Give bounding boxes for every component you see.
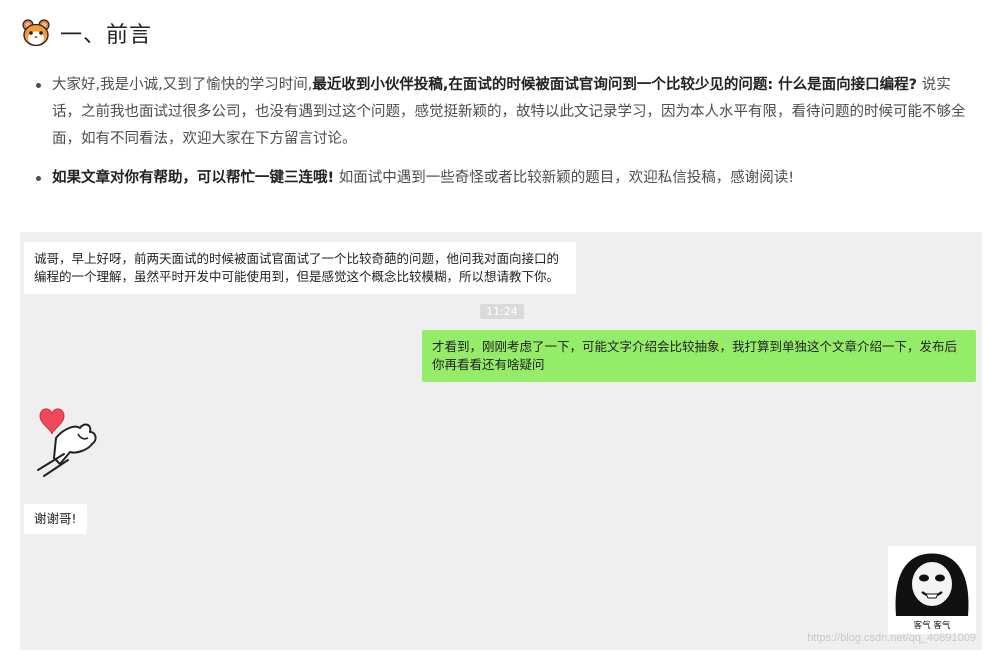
chat-message-incoming: 谢谢哥! <box>24 504 87 534</box>
list-item: 大家好,我是小诚,又到了愉快的学习时间,最近收到小伙伴投稿,在面试的时候被面试官… <box>34 72 974 153</box>
chat-message-outgoing: 才看到，刚刚考虑了一下，可能文字介绍会比较抽象，我打算到单独这个文章介绍一下，发… <box>422 330 976 382</box>
section-title: 一、前言 <box>60 23 153 48</box>
bullet-dot <box>36 176 41 181</box>
support-text-plain: 如面试中遇到一些奇怪或者比较新颖的题目，欢迎私信投稿，感谢阅读! <box>334 170 795 186</box>
section-heading: 一、前言 <box>22 16 152 50</box>
chat-timestamp: 11:24 <box>480 304 524 319</box>
hamster-emoji-icon <box>22 19 50 47</box>
chat-message-incoming: 诚哥，早上好呀，前两天面试的时候被面试官面试了一个比较奇葩的问题，他问我对面向接… <box>24 242 576 294</box>
chat-screenshot: 诚哥，早上好呀，前两天面试的时候被面试官面试了一个比较奇葩的问题，他问我对面向接… <box>20 232 982 650</box>
support-text-bold: 如果文章对你有帮助，可以帮忙一键三连哦! <box>52 170 335 186</box>
panda-face-sticker: 客气 客气 <box>888 546 976 634</box>
bullet-dot <box>36 83 41 88</box>
intro-text-plain: 大家好,我是小诚,又到了愉快的学习时间, <box>52 77 313 93</box>
intro-text-bold: 最近收到小伙伴投稿,在面试的时候被面试官询问到一个比较少见的问题: 什么是面向接… <box>312 77 918 93</box>
list-item: 如果文章对你有帮助，可以帮忙一键三连哦! 如面试中遇到一些奇怪或者比较新颖的题目… <box>34 165 974 192</box>
heart-hand-sticker-icon <box>37 408 97 477</box>
intro-list: 大家好,我是小诚,又到了愉快的学习时间,最近收到小伙伴投稿,在面试的时候被面试官… <box>34 72 974 192</box>
panda-face-icon <box>895 553 969 616</box>
sticker-caption: 客气 客气 <box>913 621 951 631</box>
watermark: https://blog.csdn.net/qq_40891009 <box>807 632 976 644</box>
